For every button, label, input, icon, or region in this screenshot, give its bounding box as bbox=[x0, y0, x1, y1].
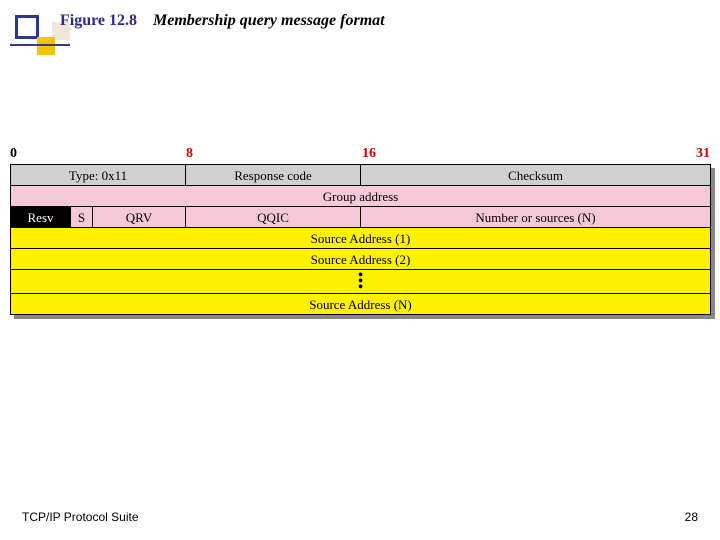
bit-label-31: 31 bbox=[696, 146, 710, 162]
field-qqic: QQIC bbox=[186, 207, 361, 228]
field-num-sources: Number or sources (N) bbox=[361, 207, 711, 228]
field-group-address: Group address bbox=[11, 186, 711, 207]
packet-diagram: 0 8 16 31 Type: 0x11 Response code Check… bbox=[10, 146, 710, 315]
bit-label-16: 16 bbox=[362, 146, 376, 162]
field-response: Response code bbox=[186, 165, 361, 186]
packet-layout: Type: 0x11 Response code Checksum Group … bbox=[10, 164, 711, 315]
field-resv: Resv bbox=[11, 207, 71, 228]
field-src-1: Source Address (1) bbox=[11, 228, 711, 249]
field-type: Type: 0x11 bbox=[11, 165, 186, 186]
bit-label-8: 8 bbox=[186, 146, 193, 162]
footer-text: TCP/IP Protocol Suite bbox=[22, 510, 139, 524]
figure-number: Figure 12.8 bbox=[60, 12, 137, 29]
field-src-n: Source Address (N) bbox=[11, 294, 711, 315]
title-underline bbox=[10, 44, 70, 46]
bit-label-0: 0 bbox=[10, 146, 17, 162]
page-number: 28 bbox=[685, 510, 698, 524]
field-s: S bbox=[71, 207, 93, 228]
figure-title: Figure 12.8 Membership query message for… bbox=[60, 12, 385, 30]
field-checksum: Checksum bbox=[361, 165, 711, 186]
field-qrv: QRV bbox=[93, 207, 186, 228]
bit-ruler: 0 8 16 31 bbox=[10, 146, 710, 164]
field-src-ellipsis: ••• bbox=[11, 270, 711, 294]
figure-caption: Membership query message format bbox=[153, 12, 385, 29]
